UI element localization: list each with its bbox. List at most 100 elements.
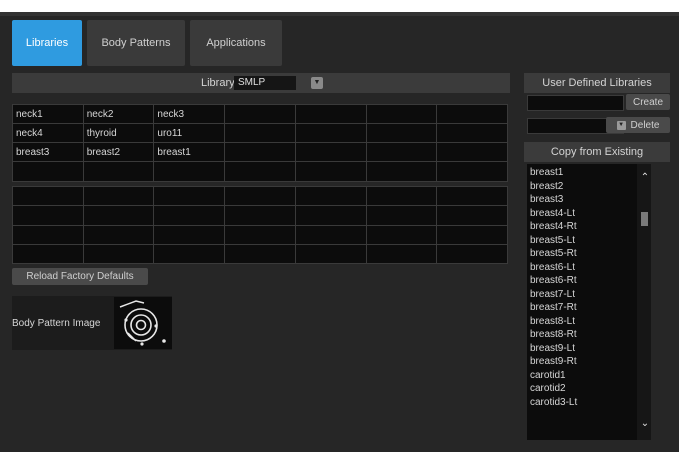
delete-button[interactable]: ▼ Delete — [606, 117, 670, 133]
grid-cell[interactable]: uro11 — [153, 123, 226, 144]
grid-cell[interactable]: breast1 — [153, 142, 226, 163]
list-item[interactable]: breast2 — [527, 180, 651, 194]
grid-cell[interactable] — [436, 224, 508, 245]
grid-cell[interactable] — [294, 186, 367, 207]
grid-cell[interactable] — [365, 161, 438, 182]
list-item[interactable]: breast8-Lt — [527, 315, 651, 329]
grid-row — [12, 186, 508, 207]
grid-cell[interactable] — [294, 103, 367, 125]
grid-cell[interactable] — [153, 186, 226, 207]
grid-cell[interactable] — [153, 243, 226, 265]
library-select[interactable]: SMLP — [234, 76, 296, 90]
grid-row: neck1 neck2 neck3 — [12, 103, 508, 125]
list-item[interactable]: breast6-Lt — [527, 261, 651, 275]
grid-row — [12, 205, 508, 226]
list-item[interactable]: breast4-Lt — [527, 207, 651, 221]
grid-cell[interactable] — [365, 142, 438, 163]
grid-cell[interactable] — [153, 161, 226, 182]
grid-cell[interactable] — [224, 142, 296, 163]
list-item[interactable]: breast5-Rt — [527, 247, 651, 261]
grid-cell[interactable] — [436, 103, 508, 125]
grid-cell[interactable] — [82, 186, 155, 207]
grid-cell[interactable] — [224, 205, 296, 226]
grid-cell[interactable] — [224, 103, 296, 125]
library-header: Library SMLP ▼ — [12, 73, 510, 93]
grid-cell[interactable] — [365, 205, 438, 226]
list-item[interactable]: breast9-Lt — [527, 342, 651, 356]
grid-cell[interactable] — [153, 224, 226, 245]
list-item[interactable]: breast4-Rt — [527, 220, 651, 234]
grid-cell[interactable] — [12, 186, 84, 207]
list-item[interactable]: breast8-Rt — [527, 328, 651, 342]
reload-factory-defaults-button[interactable]: Reload Factory Defaults — [12, 268, 148, 285]
library-settings-window: Libraries Body Patterns Applications Lib… — [0, 0, 679, 452]
grid-cell[interactable] — [436, 243, 508, 265]
grid-cell[interactable] — [436, 123, 508, 144]
top-strip — [0, 0, 679, 12]
list-item[interactable]: carotid3-Lt — [527, 396, 651, 410]
grid-cell[interactable] — [82, 205, 155, 226]
grid-cell[interactable]: neck3 — [153, 103, 226, 125]
list-item[interactable]: breast1 — [527, 166, 651, 180]
grid-cell[interactable] — [153, 205, 226, 226]
copy-from-existing-header: Copy from Existing — [524, 142, 670, 162]
create-button[interactable]: Create — [626, 94, 670, 110]
grid-cell[interactable]: breast3 — [12, 142, 84, 163]
list-item[interactable]: breast7-Rt — [527, 301, 651, 315]
grid-cell[interactable]: neck2 — [82, 103, 155, 125]
grid-cell[interactable] — [436, 205, 508, 226]
grid-row — [12, 224, 508, 245]
body-pattern-image-label: Body Pattern Image — [12, 318, 101, 329]
grid-cell[interactable] — [294, 224, 367, 245]
grid-cell[interactable] — [82, 243, 155, 265]
list-item[interactable]: breast3 — [527, 193, 651, 207]
grid-cell[interactable] — [12, 243, 84, 265]
grid-cell[interactable]: thyroid — [82, 123, 155, 144]
grid-cell[interactable] — [12, 224, 84, 245]
grid-cell[interactable] — [436, 142, 508, 163]
chevron-down-icon[interactable]: ⌄ — [639, 418, 651, 430]
grid-cell[interactable] — [365, 243, 438, 265]
chevron-up-icon[interactable]: ⌃ — [639, 172, 651, 184]
grid-cell[interactable]: neck4 — [12, 123, 84, 144]
grid-cell[interactable] — [436, 161, 508, 182]
chevron-down-icon: ▼ — [616, 120, 626, 130]
grid-cell[interactable] — [224, 186, 296, 207]
grid-cell[interactable] — [294, 205, 367, 226]
grid-cell[interactable] — [82, 161, 155, 182]
grid-cell[interactable] — [294, 243, 367, 265]
library-name-input[interactable] — [527, 95, 624, 111]
list-item[interactable]: breast5-Lt — [527, 234, 651, 248]
grid-cell[interactable] — [224, 161, 296, 182]
grid-cell[interactable]: breast2 — [82, 142, 155, 163]
grid-cell[interactable] — [82, 224, 155, 245]
list-item[interactable]: breast7-Lt — [527, 288, 651, 302]
grid-cell[interactable] — [12, 205, 84, 226]
grid-cell[interactable] — [436, 186, 508, 207]
chevron-down-icon[interactable]: ▼ — [311, 77, 323, 89]
list-scrollbar[interactable] — [637, 164, 651, 440]
grid-cell[interactable] — [224, 224, 296, 245]
grid-cell[interactable] — [294, 161, 367, 182]
list-item[interactable]: carotid2 — [527, 382, 651, 396]
grid-cell[interactable] — [294, 142, 367, 163]
scrollbar-thumb[interactable] — [641, 212, 648, 226]
grid-cell[interactable] — [224, 123, 296, 144]
grid-cell[interactable] — [365, 123, 438, 144]
tab-body-patterns[interactable]: Body Patterns — [87, 20, 185, 66]
grid-cell[interactable] — [12, 161, 84, 182]
copy-from-existing-list[interactable]: breast1 breast2 breast3 breast4-Lt breast4-R… — [527, 164, 651, 440]
grid-cell[interactable] — [294, 123, 367, 144]
grid-cell[interactable] — [224, 243, 296, 265]
tab-libraries[interactable]: Libraries — [12, 20, 82, 66]
grid-cell[interactable] — [365, 224, 438, 245]
list-item[interactable]: carotid1 — [527, 369, 651, 383]
grid-cell[interactable] — [365, 103, 438, 125]
body-pattern-probe-icon — [114, 297, 172, 349]
body-pattern-image-panel: Body Pattern Image — [12, 296, 172, 350]
list-item[interactable]: breast6-Rt — [527, 274, 651, 288]
tab-applications[interactable]: Applications — [190, 20, 282, 66]
list-item[interactable]: breast9-Rt — [527, 355, 651, 369]
grid-cell[interactable]: neck1 — [12, 103, 84, 125]
grid-cell[interactable] — [365, 186, 438, 207]
